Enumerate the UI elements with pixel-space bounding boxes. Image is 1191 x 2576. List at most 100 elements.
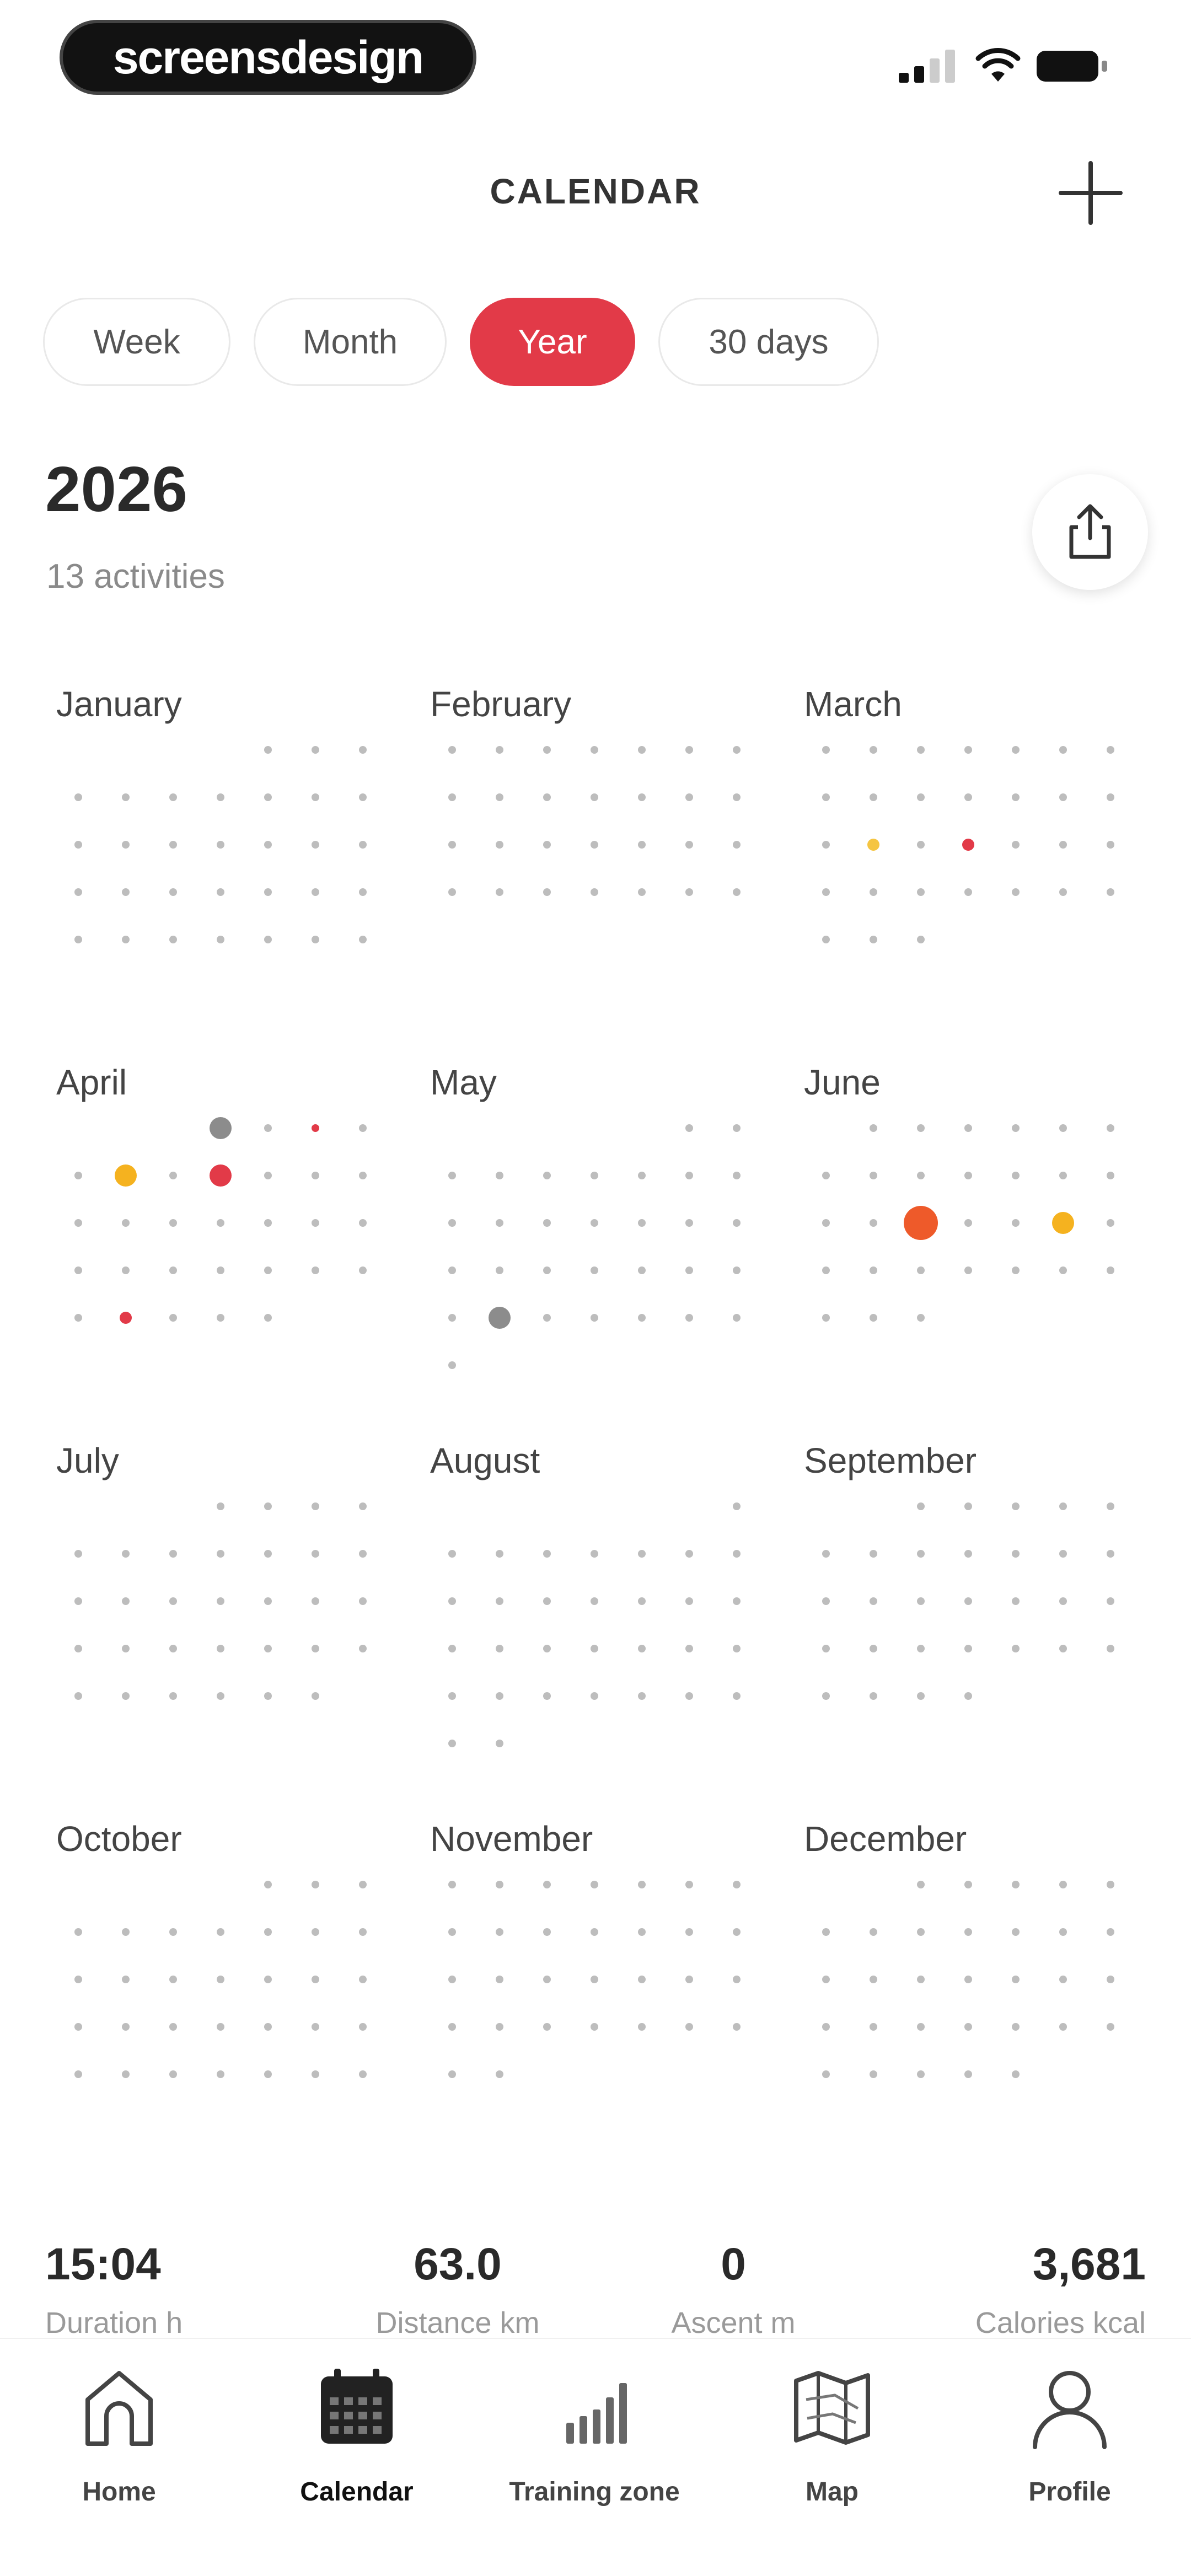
day-dot [312,888,319,896]
tab-year[interactable]: Year [470,298,635,386]
day-dot [312,841,319,849]
day-dot [733,746,741,754]
day-dot [870,746,877,754]
month-august[interactable]: August [419,1440,794,1793]
day-dot [496,746,503,754]
day-dot [733,1266,741,1274]
day-dot [74,1976,82,1983]
day-dot [733,1692,741,1700]
month-name: November [430,1819,593,1859]
nav-home[interactable]: Home [3,2361,235,2537]
activity-dot[interactable] [115,1164,137,1187]
day-dot [122,888,130,896]
day-dot [917,1172,925,1179]
day-dot [685,1976,693,1983]
day-dot [1107,1597,1114,1605]
stat-value: 0 [721,2239,746,2289]
month-july[interactable]: July [45,1440,420,1793]
day-dot [448,746,456,754]
month-june[interactable]: June [793,1062,1168,1415]
month-days [45,1868,420,2155]
day-dot [74,1692,82,1700]
month-october[interactable]: October [45,1818,420,2171]
day-dot [1012,1928,1020,1936]
day-dot [870,1266,877,1274]
month-january[interactable]: January [45,684,420,1037]
day-dot [1012,1645,1020,1652]
day-dot [122,1597,130,1605]
activity-dot[interactable] [120,1312,132,1324]
month-november[interactable]: November [419,1818,794,2171]
day-dot [685,1928,693,1936]
day-dot [733,1124,741,1132]
day-dot [685,841,693,849]
day-dot [685,1219,693,1227]
day-dot [685,888,693,896]
month-may[interactable]: May [419,1062,794,1415]
day-dot [169,793,177,801]
month-name: October [56,1819,182,1859]
activity-dot[interactable] [210,1117,232,1139]
day-dot [264,1550,272,1558]
day-dot [685,1692,693,1700]
nav-profile[interactable]: Profile [954,2361,1185,2537]
day-dot [264,1645,272,1652]
share-button[interactable] [1032,474,1148,590]
day-dot [870,1597,877,1605]
day-dot [1059,841,1067,849]
activity-dot[interactable] [1052,1212,1074,1234]
activity-dot[interactable] [312,1124,319,1132]
activity-count: 13 activities [46,557,225,595]
day-dot [496,793,503,801]
day-dot [169,1645,177,1652]
day-dot [543,1692,551,1700]
day-dot [822,936,830,943]
tab-30-days[interactable]: 30 days [658,298,879,386]
add-icon[interactable] [1058,160,1124,226]
activity-dot[interactable] [210,1164,232,1187]
tab-week[interactable]: Week [43,298,230,386]
month-april[interactable]: April [45,1062,420,1415]
day-dot [1107,1124,1114,1132]
day-dot [312,936,319,943]
day-dot [733,1172,741,1179]
month-name: December [804,1819,967,1859]
day-dot [964,2070,972,2078]
activity-dot[interactable] [962,839,974,851]
day-dot [964,1172,972,1179]
day-dot [964,1550,972,1558]
month-september[interactable]: September [793,1440,1168,1793]
day-dot [496,888,503,896]
day-dot [591,746,598,754]
day-dot [685,1266,693,1274]
nav-training-zone[interactable]: Training zone [479,2361,710,2537]
day-dot [870,1124,877,1132]
day-dot [543,1172,551,1179]
nav-map[interactable]: Map [716,2361,948,2537]
day-dot [359,1502,367,1510]
day-dot [870,1692,877,1700]
day-dot [122,2023,130,2031]
day-dot [1107,1172,1114,1179]
day-dot [870,1976,877,1983]
day-dot [1012,2023,1020,2031]
month-march[interactable]: March [793,684,1168,1037]
day-dot [217,1550,224,1558]
day-dot [638,1172,646,1179]
activity-dot[interactable] [489,1307,511,1329]
day-dot [917,1314,925,1322]
day-dot [685,1597,693,1605]
day-dot [359,1124,367,1132]
month-february[interactable]: February [419,684,794,1037]
day-dot [448,1597,456,1605]
day-dot [448,1881,456,1888]
day-dot [1107,1550,1114,1558]
day-dot [74,1597,82,1605]
month-december[interactable]: December [793,1818,1168,2171]
nav-calendar[interactable]: Calendar [241,2361,473,2537]
activity-dot[interactable] [904,1206,938,1240]
day-dot [169,1266,177,1274]
tab-month[interactable]: Month [254,298,447,386]
day-dot [822,1976,830,1983]
activity-dot[interactable] [867,839,879,851]
